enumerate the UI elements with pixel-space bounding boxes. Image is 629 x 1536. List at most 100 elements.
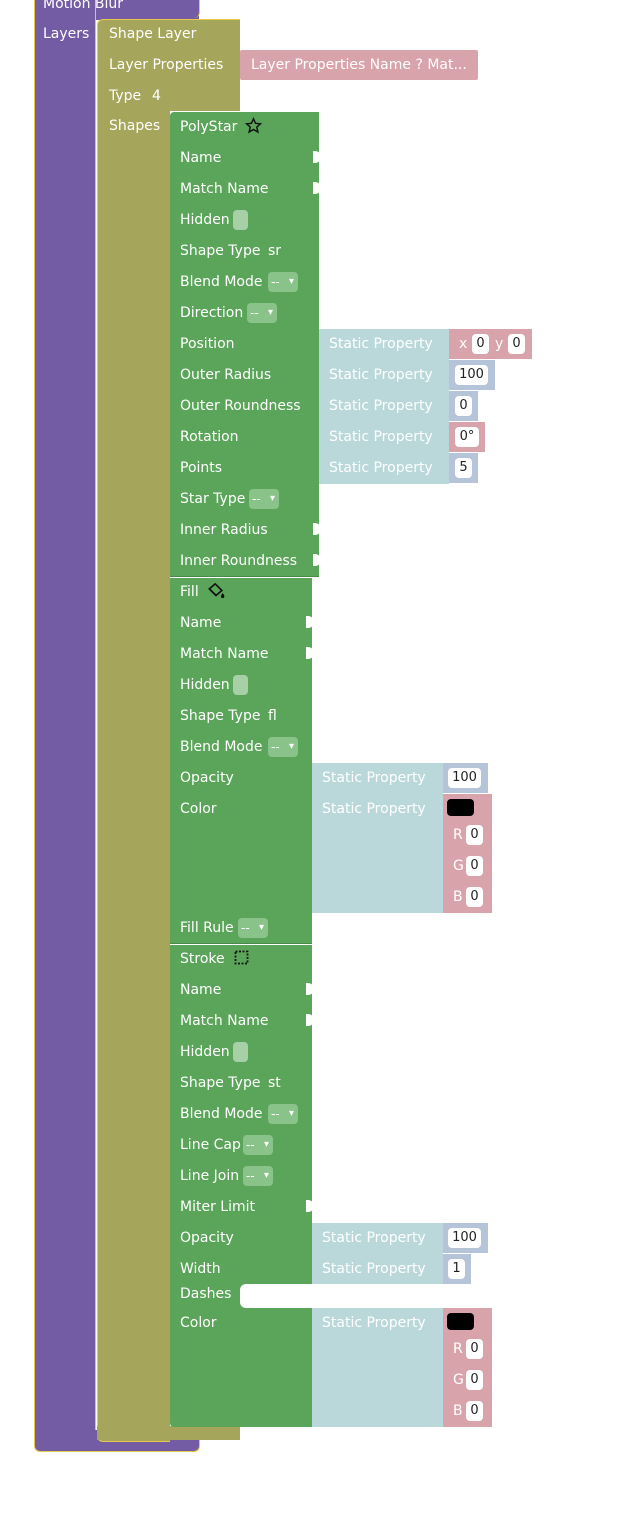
stroke-color-static-label: Static Property: [322, 1315, 426, 1331]
shapes-label: Shapes: [109, 118, 161, 134]
stroke-shape-type-label: Shape Type: [180, 1075, 261, 1091]
position-y-input[interactable]: 0: [508, 334, 525, 354]
stroke-blend-mode-dropdown[interactable]: -- ▾: [268, 1104, 298, 1124]
fill-match-name-label: Match Name: [180, 646, 269, 662]
rotation-input[interactable]: 0°: [455, 427, 479, 447]
stroke-shape-type-value: st: [268, 1075, 281, 1091]
stroke-opacity-label: Opacity: [180, 1230, 234, 1246]
layer-properties-label: Layer Properties: [109, 57, 224, 73]
fill-b-input[interactable]: 0: [466, 887, 483, 907]
stroke-width-static-label: Static Property: [322, 1261, 426, 1277]
polystar-star-type-label: Star Type: [180, 491, 246, 507]
fill-title: Fill: [180, 584, 199, 600]
points-input[interactable]: 5: [455, 458, 472, 478]
fill-g-input[interactable]: 0: [466, 856, 483, 876]
polystar-inner-radius-label: Inner Radius: [180, 522, 268, 538]
star-icon: [245, 117, 262, 134]
outer-radius-input[interactable]: 100: [455, 365, 488, 385]
type-value: 4: [152, 88, 161, 104]
dashes-statement-slot[interactable]: [240, 1284, 312, 1308]
fill-block[interactable]: [170, 578, 312, 944]
stroke-square-icon: [234, 950, 249, 965]
paint-bucket-icon: [208, 582, 225, 598]
stroke-r-input[interactable]: 0: [466, 1339, 483, 1359]
stroke-line-cap-dropdown[interactable]: -- ▾: [243, 1135, 273, 1155]
polystar-shape-type-label: Shape Type: [180, 243, 261, 259]
stroke-match-name-label: Match Name: [180, 1013, 269, 1029]
stroke-color-label: Color: [180, 1315, 217, 1331]
layers-block-body[interactable]: [34, 0, 96, 1450]
stroke-width-input[interactable]: 1: [448, 1259, 465, 1279]
outer-roundness-static-label: Static Property: [329, 398, 433, 414]
polystar-outer-radius-label: Outer Radius: [180, 367, 272, 383]
outer-roundness-input[interactable]: 0: [455, 396, 472, 416]
fill-rule-dropdown[interactable]: -- ▾: [238, 918, 268, 938]
fill-shape-type-label: Shape Type: [180, 708, 261, 724]
polystar-match-name-label: Match Name: [180, 181, 269, 197]
rotation-static-label: Static Property: [329, 429, 433, 445]
fill-r-label: R: [453, 827, 463, 843]
stroke-name-label: Name: [180, 982, 222, 998]
fill-b-label: B: [453, 889, 463, 905]
stroke-color-swatch[interactable]: [447, 1313, 474, 1330]
type-label: Type: [109, 88, 142, 104]
polystar-name-label: Name: [180, 150, 222, 166]
polystar-hidden-label: Hidden: [180, 212, 230, 228]
fill-blend-mode-label: Blend Mode: [180, 739, 263, 755]
stroke-r-label: R: [453, 1341, 463, 1357]
stroke-opacity-static-label: Static Property: [322, 1230, 426, 1246]
fill-shape-type-value: fl: [268, 708, 277, 724]
polystar-direction-label: Direction: [180, 305, 244, 321]
stroke-line-join-label: Line Join: [180, 1168, 240, 1184]
polystar-direction-dropdown[interactable]: -- ▾: [247, 303, 277, 323]
stroke-g-label: G: [453, 1372, 464, 1388]
polystar-title: PolyStar: [180, 119, 238, 135]
stroke-b-label: B: [453, 1403, 463, 1419]
stroke-b-input[interactable]: 0: [466, 1401, 483, 1421]
fill-g-label: G: [453, 858, 464, 874]
fill-color-swatch[interactable]: [447, 799, 474, 816]
shape-layer-title: Shape Layer: [109, 26, 197, 42]
fill-opacity-input[interactable]: 100: [448, 768, 481, 788]
stroke-g-input[interactable]: 0: [466, 1370, 483, 1390]
stroke-hidden-checkbox[interactable]: [233, 1042, 248, 1062]
motion-blur-label: Motion Blur: [43, 0, 124, 12]
fill-blend-mode-dropdown[interactable]: -- ▾: [268, 737, 298, 757]
fill-opacity-static-label: Static Property: [322, 770, 426, 786]
polystar-shape-type-value: sr: [268, 243, 282, 259]
fill-hidden-checkbox[interactable]: [233, 675, 248, 695]
polystar-star-type-dropdown[interactable]: -- ▾: [249, 489, 279, 509]
fill-name-label: Name: [180, 615, 222, 631]
polystar-position-label: Position: [180, 336, 235, 352]
outer-radius-static-label: Static Property: [329, 367, 433, 383]
position-static-label: Static Property: [329, 336, 433, 352]
fill-hidden-label: Hidden: [180, 677, 230, 693]
position-y-label: y: [495, 336, 504, 352]
fill-color-label: Color: [180, 801, 217, 817]
stroke-dashes-label: Dashes: [180, 1286, 232, 1302]
fill-rule-label: Fill Rule: [180, 920, 234, 936]
stroke-width-label: Width: [180, 1261, 221, 1277]
polystar-outer-roundness-label: Outer Roundness: [180, 398, 301, 414]
stroke-miter-limit-label: Miter Limit: [180, 1199, 255, 1215]
position-x-label: x: [459, 336, 468, 352]
stroke-line-cap-label: Line Cap: [180, 1137, 241, 1153]
stroke-blend-mode-label: Blend Mode: [180, 1106, 263, 1122]
polystar-rotation-label: Rotation: [180, 429, 239, 445]
stroke-hidden-label: Hidden: [180, 1044, 230, 1060]
layers-label: Layers: [43, 26, 90, 42]
fill-opacity-label: Opacity: [180, 770, 234, 786]
polystar-hidden-checkbox[interactable]: [233, 210, 248, 230]
stroke-title: Stroke: [180, 951, 225, 967]
polystar-blend-mode-dropdown[interactable]: -- ▾: [268, 272, 298, 292]
fill-r-input[interactable]: 0: [466, 825, 483, 845]
points-static-label: Static Property: [329, 460, 433, 476]
polystar-blend-mode-label: Blend Mode: [180, 274, 263, 290]
fill-color-static-label: Static Property: [322, 801, 426, 817]
stroke-line-join-dropdown[interactable]: -- ▾: [243, 1166, 273, 1186]
stroke-opacity-input[interactable]: 100: [448, 1228, 481, 1248]
layer-properties-value: Layer Properties Name ? Mat...: [251, 57, 467, 73]
position-x-input[interactable]: 0: [472, 334, 489, 354]
polystar-points-label: Points: [180, 460, 223, 476]
polystar-inner-roundness-label: Inner Roundness: [180, 553, 298, 569]
